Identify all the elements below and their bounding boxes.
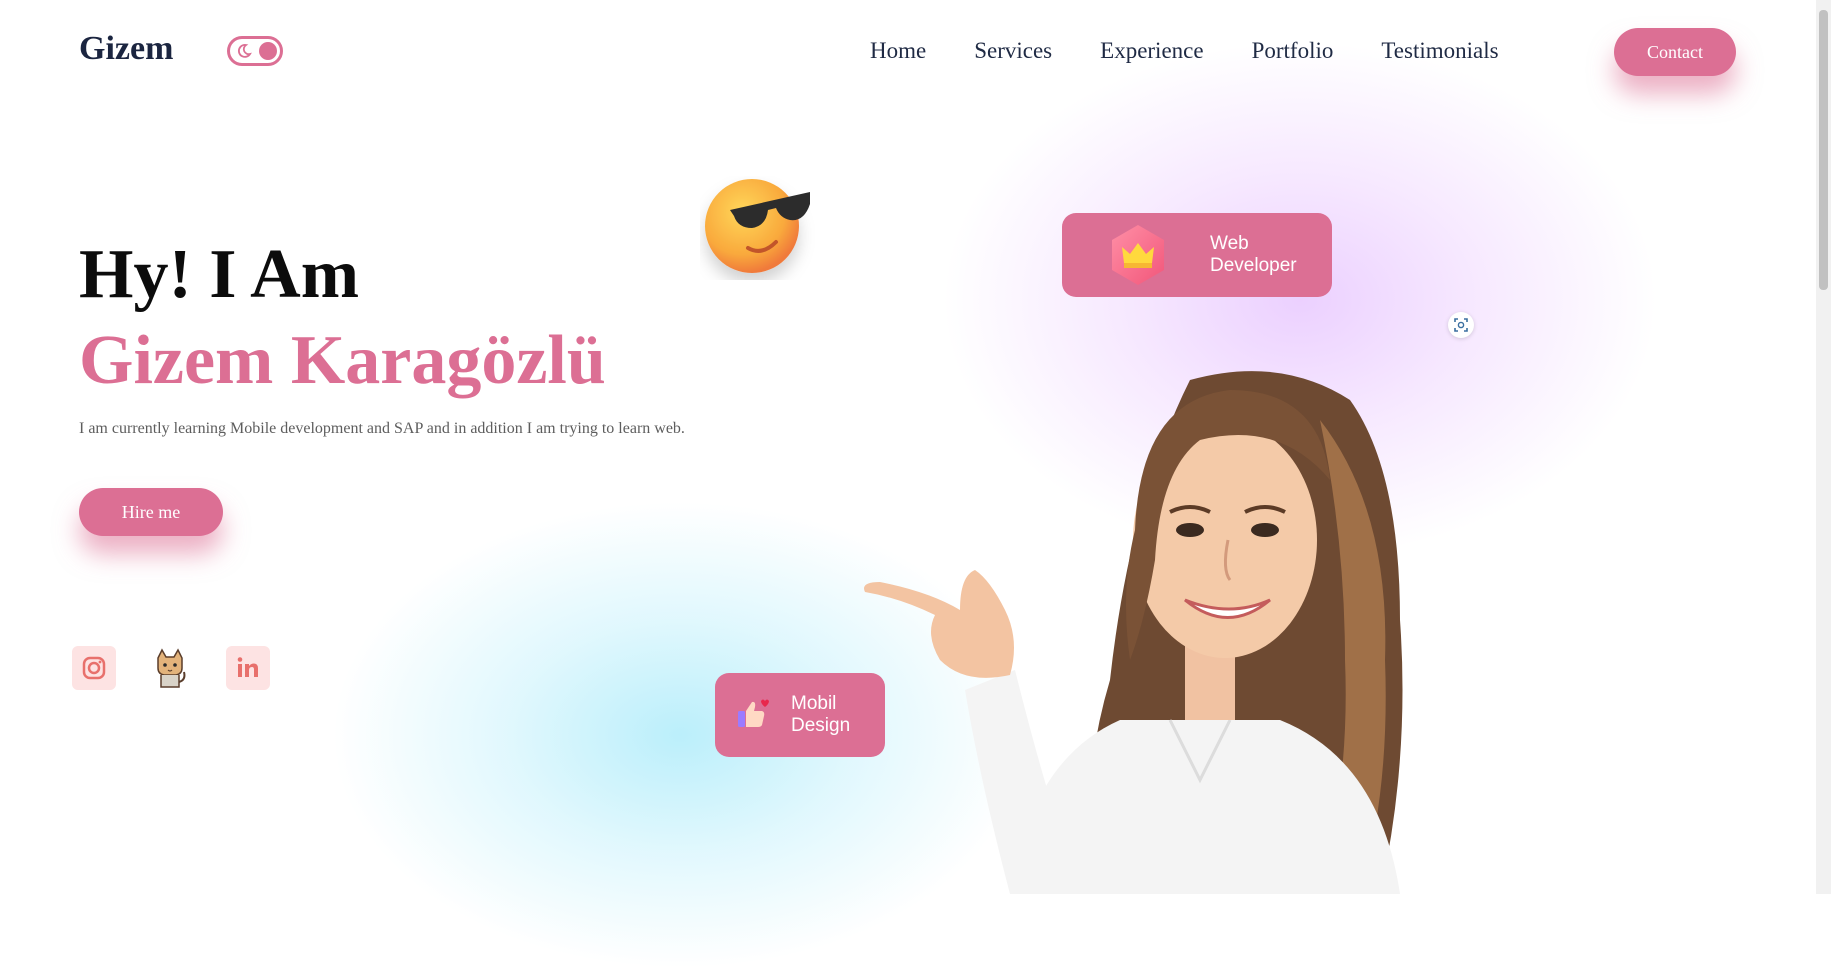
contact-button[interactable]: Contact <box>1614 28 1736 76</box>
scrollbar-thumb[interactable] <box>1819 10 1828 290</box>
web-developer-card: Web Developer <box>1062 213 1332 297</box>
instagram-icon[interactable] <box>72 646 116 690</box>
site-logo[interactable]: Gizem <box>79 30 173 68</box>
nav-portfolio[interactable]: Portfolio <box>1252 38 1334 64</box>
web-card-line2: Developer <box>1210 255 1297 276</box>
scan-icon[interactable] <box>1448 312 1474 338</box>
hero-bio: I am currently learning Mobile developme… <box>79 420 685 437</box>
page-scrollbar[interactable] <box>1816 0 1831 894</box>
nav-testimonials[interactable]: Testimonials <box>1381 38 1498 64</box>
web-card-line1: Web <box>1210 233 1249 254</box>
sunglasses-emoji-icon <box>705 179 810 273</box>
cat-icon[interactable] <box>148 646 192 690</box>
main-nav: Home Services Experience Portfolio Testi… <box>870 38 1547 64</box>
nav-services[interactable]: Services <box>974 38 1052 64</box>
linkedin-icon[interactable] <box>226 646 270 690</box>
moon-icon <box>237 44 252 58</box>
hero-name: Gizem Karagözlü <box>79 322 606 399</box>
hero-greeting: Hy! I Am <box>79 236 359 313</box>
crown-icon <box>1112 225 1164 285</box>
hire-me-button[interactable]: Hire me <box>79 488 223 536</box>
toggle-knob <box>259 42 277 60</box>
nav-experience[interactable]: Experience <box>1100 38 1203 64</box>
theme-toggle[interactable] <box>227 36 283 66</box>
hero-portrait-image <box>864 371 1403 894</box>
nav-home[interactable]: Home <box>870 38 926 64</box>
